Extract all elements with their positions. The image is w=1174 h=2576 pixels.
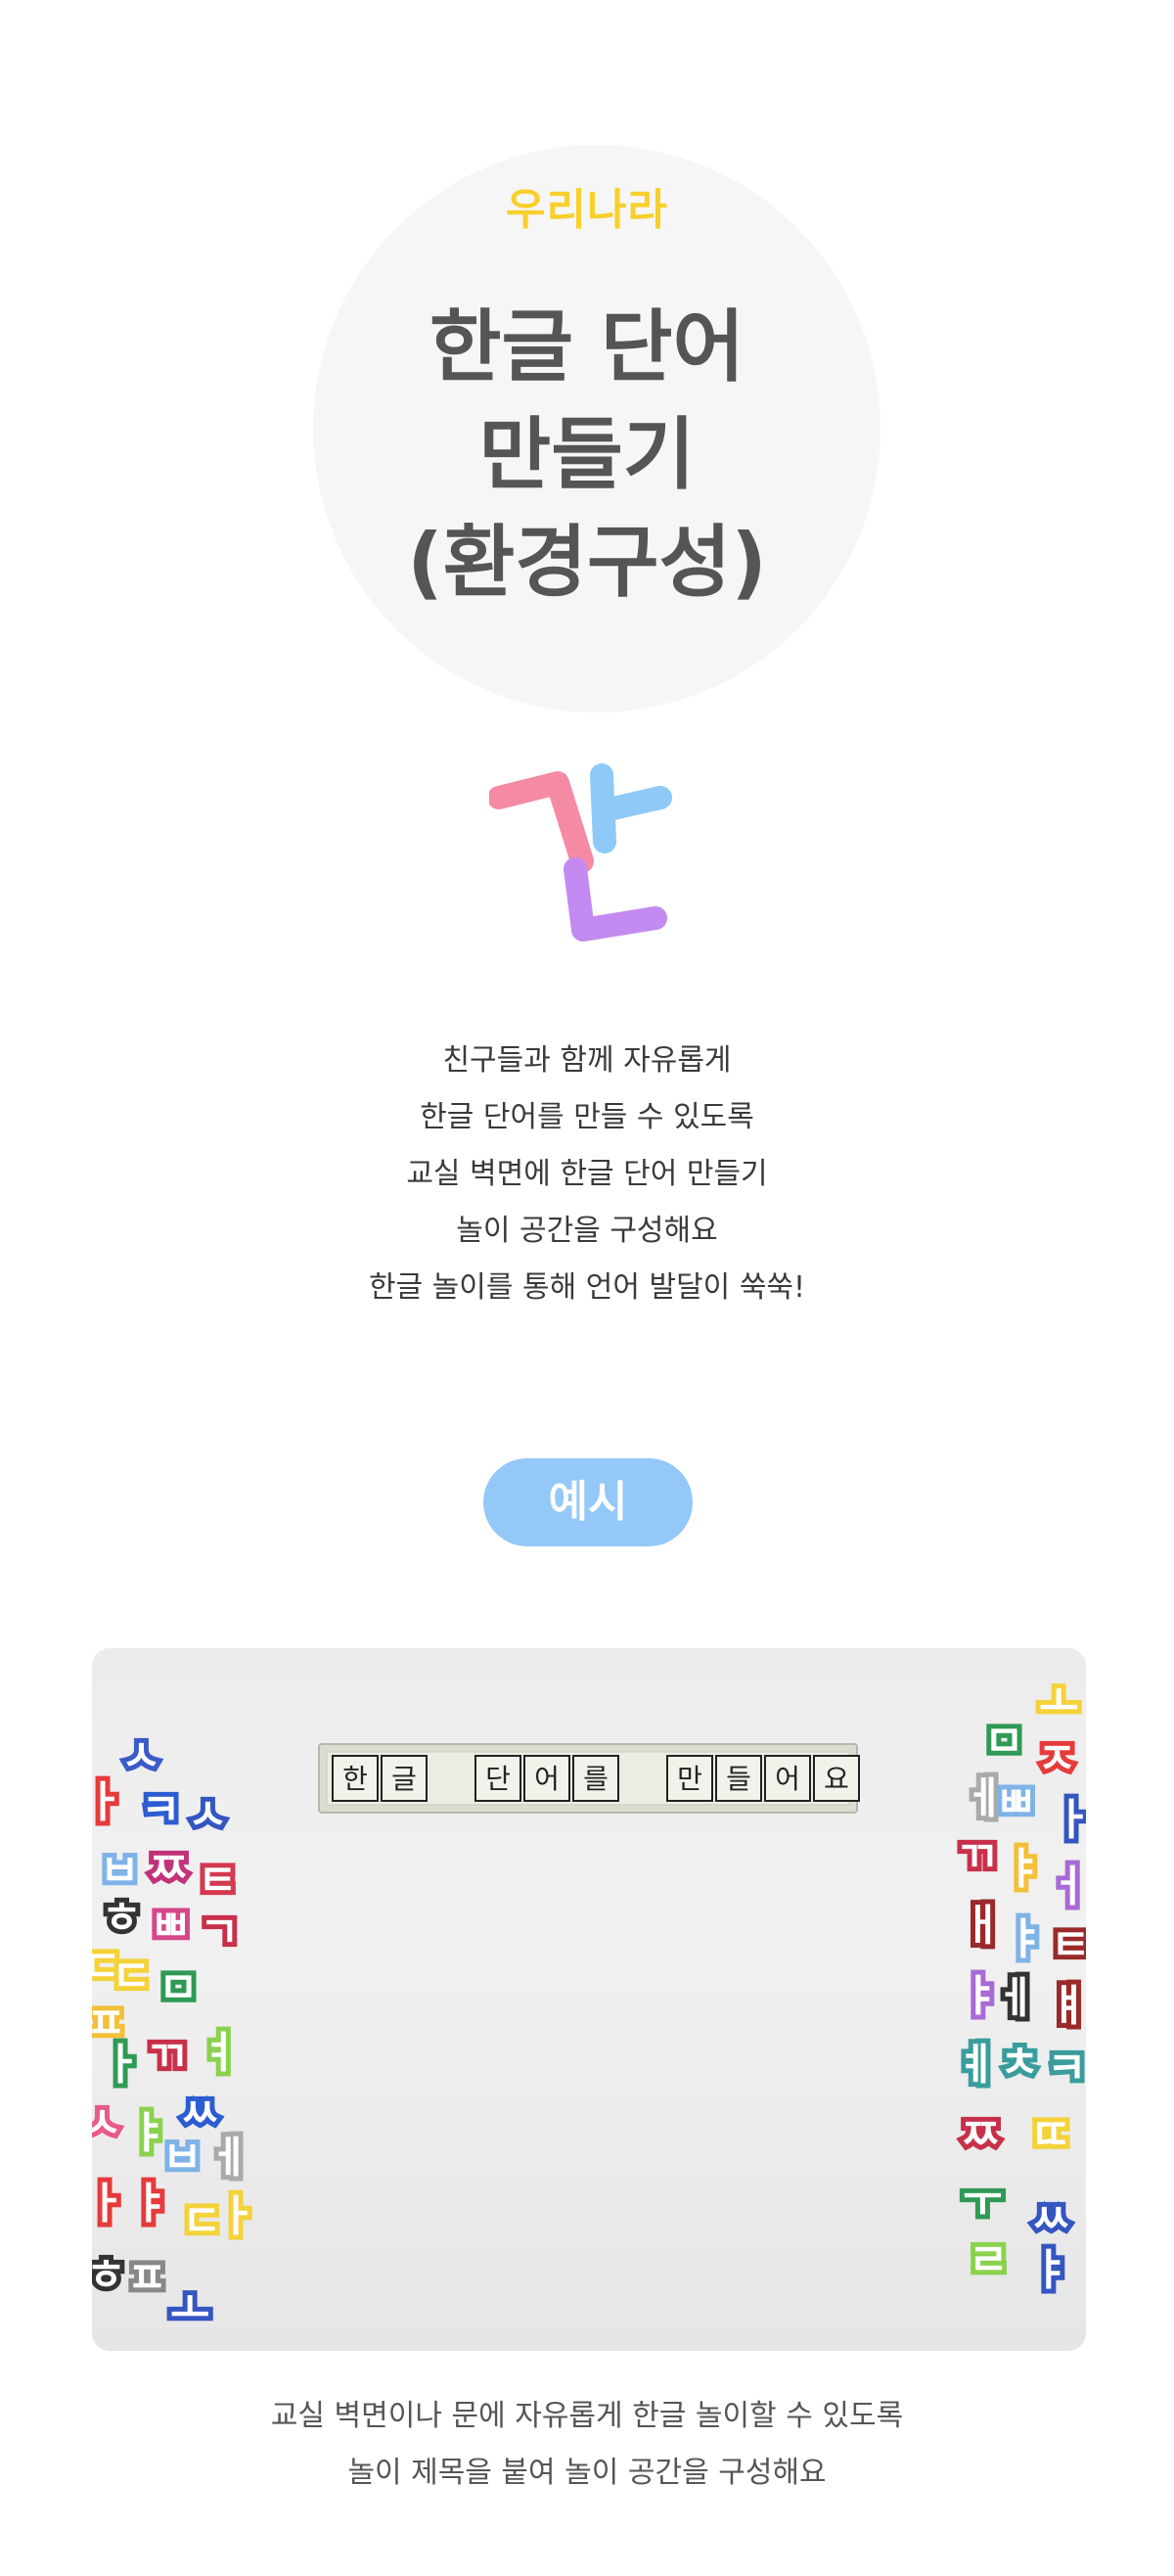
svg-text:ㅌ: ㅌ: [1051, 1920, 1086, 1970]
svg-text:ㅗ: ㅗ: [1039, 1678, 1078, 1727]
svg-text:ㅑ: ㅑ: [131, 2179, 170, 2229]
banner-character: 요: [824, 1763, 849, 1795]
svg-text:ㄲ: ㄲ: [957, 1832, 996, 1882]
svg-text:ㅍ: ㅍ: [127, 2253, 166, 2303]
svg-text:ㅋ: ㅋ: [1047, 2044, 1086, 2093]
svg-text:ㅏ: ㅏ: [1053, 1795, 1086, 1845]
svg-text:ㅑ: ㅑ: [1031, 2245, 1070, 2295]
svg-text:ㅑ: ㅑ: [1004, 1844, 1043, 1894]
svg-text:ㅅ: ㅅ: [121, 1731, 160, 1781]
svg-text:ㅏ: ㅏ: [92, 1777, 123, 1827]
svg-text:ㄲ: ㄲ: [147, 2032, 186, 2082]
svg-text:ㅃ: ㅃ: [996, 1777, 1035, 1827]
svg-text:ㅁ: ㅁ: [158, 1963, 198, 2013]
banner-character: 글: [391, 1763, 417, 1795]
svg-text:ㄸ: ㄸ: [1031, 2110, 1070, 2160]
hero-title: 한글 단어 만들기 (환경구성): [0, 294, 1174, 617]
caption-line: 교실 벽면이나 문에 자유롭게 한글 놀이할 수 있도록: [270, 2399, 904, 2433]
svg-text:ㅕ: ㅕ: [200, 2028, 239, 2078]
svg-text:ㅔ: ㅔ: [996, 1973, 1035, 2023]
intro-line: 친구들과 함께 자유롭게: [442, 1043, 732, 1078]
svg-text:ㅎ: ㅎ: [92, 2250, 125, 2300]
hero-subtitle: 우리나라: [506, 185, 668, 235]
banner-character: 어: [775, 1763, 800, 1795]
intro-line: 한글 놀이를 통해 언어 발달이 쑥쑥!: [368, 1270, 806, 1305]
banner-character: 단: [485, 1763, 511, 1795]
svg-text:ㅃ: ㅃ: [151, 1901, 190, 1951]
svg-text:ㅅ: ㅅ: [92, 2098, 121, 2148]
svg-text:ㅆ: ㅆ: [180, 2089, 219, 2139]
svg-text:ㅉ: ㅉ: [961, 2110, 1000, 2160]
svg-text:ㅆ: ㅆ: [1031, 2194, 1070, 2244]
example-photo: 한글단어를만들어요 ㅅ ㅏ ㅋ ㅅ ㅂ ㅉ ㅌ ㅎ ㅃ ㄱ ㄷ ㄷ ㅁ ㅍ ㅏ …: [92, 1648, 1086, 2351]
example-photo-illustration: 한글단어를만들어요 ㅅ ㅏ ㅋ ㅅ ㅂ ㅉ ㅌ ㅎ ㅃ ㄱ ㄷ ㄷ ㅁ ㅍ ㅏ …: [92, 1673, 1086, 2339]
banner-character: 만: [677, 1763, 702, 1795]
hero-title-line: 만들기: [478, 409, 696, 500]
svg-text:ㅌ: ㅌ: [198, 1856, 237, 1906]
svg-text:ㅗ: ㅗ: [170, 2284, 209, 2334]
svg-text:ㅊ: ㅊ: [1000, 2038, 1039, 2088]
intro-line: 한글 단어를 만들 수 있도록: [420, 1100, 754, 1134]
svg-text:ㅋ: ㅋ: [141, 1785, 180, 1835]
svg-text:ㅜ: ㅜ: [963, 2177, 1002, 2227]
svg-text:ㅑ: ㅑ: [961, 1971, 1000, 2021]
svg-text:ㅏ: ㅏ: [92, 2179, 125, 2229]
digeut-stroke: [564, 857, 667, 942]
example-badge: 예시: [483, 1458, 693, 1546]
giyeok-stroke: [489, 771, 594, 873]
banner-character: 어: [534, 1763, 560, 1795]
decorative-letter-icon: [489, 763, 672, 942]
svg-text:ㄷ: ㄷ: [112, 1952, 151, 2001]
hero-title-line: 한글 단어: [429, 301, 745, 392]
word-banner: 한글단어를만들어요: [318, 1743, 860, 1814]
intro-line: 놀이 공간을 구성해요: [456, 1214, 718, 1248]
svg-text:ㅈ: ㅈ: [1037, 1734, 1076, 1784]
svg-text:ㅐ: ㅐ: [963, 1901, 1002, 1951]
svg-text:ㄱ: ㄱ: [200, 1908, 239, 1957]
right-letter-magnets: ㅗ ㅁ ㅈ ㅔ ㅃ ㅏ ㄲ ㅑ ㅓ ㅐ ㅑ ㅌ ㅑ ㅔ ㅒ ㅖ ㅊ ㅋ ㅉ ㄸ …: [952, 1673, 1086, 2300]
svg-text:ㅓ: ㅓ: [1049, 1862, 1086, 1911]
banner-character: 한: [342, 1763, 368, 1795]
svg-text:ㅔ: ㅔ: [209, 2133, 248, 2183]
vowel-stroke: [590, 763, 672, 853]
svg-text:ㄷ: ㄷ: [182, 2196, 221, 2246]
svg-text:ㅂ: ㅂ: [100, 1846, 139, 1896]
banner-character: 를: [583, 1763, 609, 1795]
svg-text:ㅑ: ㅑ: [1006, 1914, 1045, 1964]
svg-text:ㅉ: ㅉ: [149, 1844, 188, 1894]
svg-text:ㄹ: ㄹ: [969, 2235, 1008, 2285]
svg-text:ㅒ: ㅒ: [1049, 1981, 1086, 2031]
hero-title-line: (환경구성): [407, 517, 767, 608]
svg-text:ㅁ: ㅁ: [984, 1717, 1023, 1767]
banner-character: 들: [726, 1763, 751, 1795]
caption-line: 놀이 제목을 붙여 놀이 공간을 구성해요: [347, 2456, 827, 2490]
left-letter-magnets: ㅅ ㅏ ㅋ ㅅ ㅂ ㅉ ㅌ ㅎ ㅃ ㄱ ㄷ ㄷ ㅁ ㅍ ㅏ ㄲ ㅕ ㅆ ㅅ ㅑ …: [92, 1726, 261, 2339]
photo-caption: 교실 벽면이나 문에 자유롭게 한글 놀이할 수 있도록 놀이 제목을 붙여 놀…: [0, 2388, 1174, 2502]
svg-text:ㅂ: ㅂ: [162, 2133, 202, 2183]
svg-text:ㅖ: ㅖ: [957, 2040, 996, 2090]
svg-text:ㅎ: ㅎ: [102, 1893, 141, 1943]
intro-line: 교실 벽면에 한글 단어 만들기: [406, 1157, 768, 1191]
svg-text:ㅅ: ㅅ: [188, 1790, 227, 1840]
svg-text:ㅏ: ㅏ: [217, 2191, 256, 2241]
svg-text:ㅏ: ㅏ: [102, 2040, 141, 2090]
intro-text: 친구들과 함께 자유롭게 한글 단어를 만들 수 있도록 교실 벽면에 한글 단…: [0, 1033, 1174, 1316]
